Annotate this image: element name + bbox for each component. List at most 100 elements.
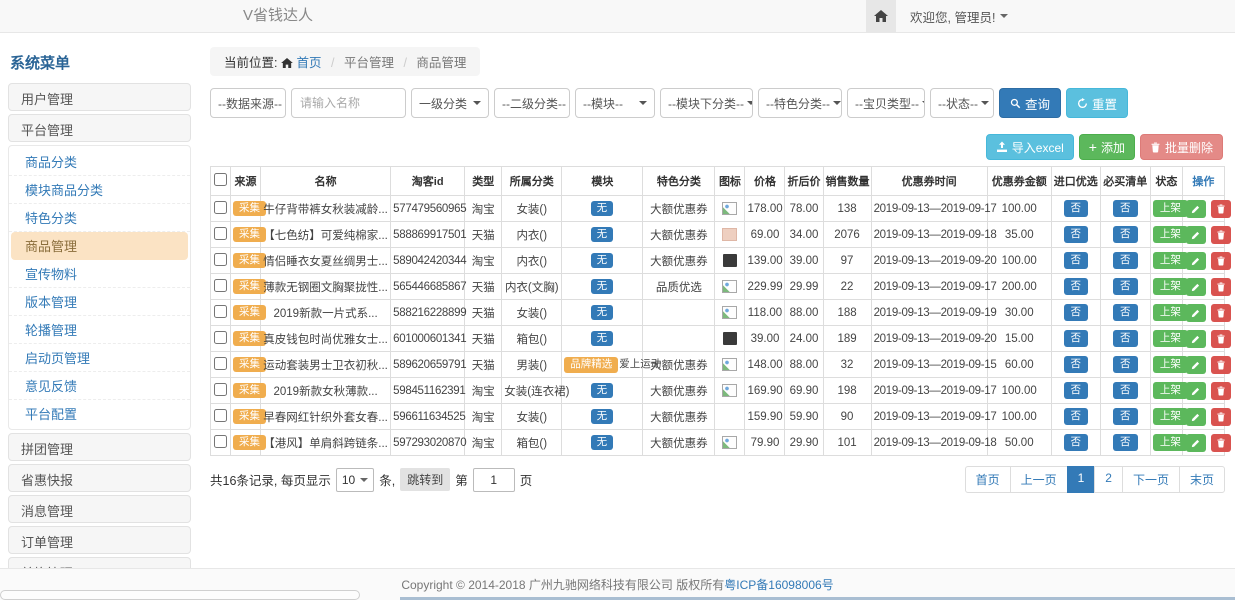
sidebar-item-top[interactable]: 拼团管理 (8, 433, 191, 461)
must-buy-badge[interactable]: 否 (1113, 382, 1138, 400)
row-checkbox[interactable] (214, 357, 227, 370)
name-search-input[interactable] (291, 88, 406, 118)
sidebar-item-top[interactable]: 用户管理 (8, 83, 191, 111)
row-checkbox[interactable] (214, 253, 227, 266)
edit-button[interactable] (1186, 304, 1206, 322)
status-badge[interactable]: 上架 (1153, 278, 1188, 296)
delete-button[interactable] (1211, 382, 1231, 400)
jump-button[interactable]: 跳转到 (400, 468, 450, 491)
delete-button[interactable] (1211, 278, 1231, 296)
pager-item[interactable]: 下一页 (1122, 466, 1180, 493)
sidebar-item[interactable]: 模块商品分类 (9, 176, 190, 204)
edit-button[interactable] (1186, 226, 1206, 244)
status-badge[interactable]: 上架 (1153, 408, 1188, 426)
row-checkbox[interactable] (214, 435, 227, 448)
must-buy-badge[interactable]: 否 (1113, 356, 1138, 374)
status-badge[interactable]: 上架 (1153, 434, 1188, 452)
status-badge[interactable]: 上架 (1153, 200, 1188, 218)
sidebar-item[interactable]: 商品分类 (9, 148, 190, 176)
must-buy-badge[interactable]: 否 (1113, 330, 1138, 348)
sidebar-item[interactable]: 版本管理 (9, 288, 190, 316)
status-badge[interactable]: 上架 (1153, 252, 1188, 270)
sidebar-item-top[interactable]: 省惠快报 (8, 464, 191, 492)
must-buy-badge[interactable]: 否 (1113, 226, 1138, 244)
status-badge[interactable]: 上架 (1153, 226, 1188, 244)
row-checkbox[interactable] (214, 409, 227, 422)
delete-button[interactable] (1211, 408, 1231, 426)
filter-select[interactable]: --二级分类-- (494, 88, 570, 118)
filter-select[interactable]: --宝贝类型-- (847, 88, 925, 118)
add-button[interactable]: + 添加 (1079, 134, 1135, 160)
edit-button[interactable] (1186, 278, 1206, 296)
sidebar-item[interactable]: 平台配置 (9, 400, 190, 427)
import-select-badge[interactable]: 否 (1064, 252, 1089, 270)
row-checkbox[interactable] (214, 305, 227, 318)
pager-item[interactable]: 末页 (1179, 466, 1225, 493)
delete-button[interactable] (1211, 226, 1231, 244)
delete-button[interactable] (1211, 356, 1231, 374)
sidebar-item[interactable]: 宣传物料 (9, 260, 190, 288)
status-badge[interactable]: 上架 (1153, 382, 1188, 400)
page-number-input[interactable] (473, 468, 515, 492)
pager-item[interactable]: 上一页 (1010, 466, 1068, 493)
per-page-select[interactable]: 10 (336, 468, 374, 492)
pager-active-page[interactable]: 1 (1067, 466, 1096, 493)
sidebar-item-top[interactable]: 消息管理 (8, 495, 191, 523)
import-select-badge[interactable]: 否 (1064, 330, 1089, 348)
import-select-badge[interactable]: 否 (1064, 278, 1089, 296)
filter-select[interactable]: --状态-- (930, 88, 994, 118)
sidebar-item[interactable]: 轮播管理 (9, 316, 190, 344)
scrollbar-thumb[interactable] (0, 590, 360, 600)
edit-button[interactable] (1186, 252, 1206, 270)
import-select-badge[interactable]: 否 (1064, 382, 1089, 400)
sidebar-item[interactable]: 特色分类 (9, 204, 190, 232)
select-all-checkbox[interactable] (214, 173, 227, 186)
edit-button[interactable] (1186, 434, 1206, 452)
delete-button[interactable] (1211, 252, 1231, 270)
must-buy-badge[interactable]: 否 (1113, 252, 1138, 270)
search-button[interactable]: 查询 (999, 88, 1061, 118)
sidebar-item-top[interactable]: 订单管理 (8, 526, 191, 554)
import-select-badge[interactable]: 否 (1064, 356, 1089, 374)
sidebar-item[interactable]: 意见反馈 (9, 372, 190, 400)
delete-button[interactable] (1211, 304, 1231, 322)
import-select-badge[interactable]: 否 (1064, 434, 1089, 452)
filter-select[interactable]: --特色分类-- (758, 88, 842, 118)
delete-button[interactable] (1211, 330, 1231, 348)
must-buy-badge[interactable]: 否 (1113, 434, 1138, 452)
reset-button[interactable]: 重置 (1066, 88, 1128, 118)
pager-item[interactable]: 2 (1094, 466, 1123, 493)
status-badge[interactable]: 上架 (1153, 330, 1188, 348)
import-select-badge[interactable]: 否 (1064, 226, 1089, 244)
edit-button[interactable] (1186, 356, 1206, 374)
row-checkbox[interactable] (214, 227, 227, 240)
batch-delete-button[interactable]: 批量删除 (1140, 134, 1223, 160)
row-checkbox[interactable] (214, 331, 227, 344)
import-select-badge[interactable]: 否 (1064, 408, 1089, 426)
filter-select[interactable]: --模块-- (575, 88, 655, 118)
must-buy-badge[interactable]: 否 (1113, 408, 1138, 426)
breadcrumb-home-link[interactable]: 首页 (296, 56, 321, 70)
must-buy-badge[interactable]: 否 (1113, 278, 1138, 296)
pager-item[interactable]: 首页 (965, 466, 1011, 493)
edit-button[interactable] (1186, 408, 1206, 426)
user-menu[interactable]: 欢迎您, 管理员! (910, 7, 1008, 26)
row-checkbox[interactable] (214, 279, 227, 292)
must-buy-badge[interactable]: 否 (1113, 200, 1138, 218)
sidebar-item-active[interactable]: 商品管理 (11, 232, 188, 260)
status-badge[interactable]: 上架 (1153, 356, 1188, 374)
edit-button[interactable] (1186, 330, 1206, 348)
status-badge[interactable]: 上架 (1153, 304, 1188, 322)
edit-button[interactable] (1186, 382, 1206, 400)
import-select-badge[interactable]: 否 (1064, 304, 1089, 322)
edit-button[interactable] (1186, 200, 1206, 218)
delete-button[interactable] (1211, 200, 1231, 218)
sidebar-item-top[interactable]: 兑换管理 (8, 557, 191, 568)
filter-select[interactable]: 一级分类 (411, 88, 489, 118)
import-select-badge[interactable]: 否 (1064, 200, 1089, 218)
home-button[interactable] (866, 0, 896, 32)
filter-select[interactable]: --数据来源-- (210, 88, 286, 118)
import-excel-button[interactable]: 导入excel (986, 134, 1074, 160)
sidebar-item[interactable]: 启动页管理 (9, 344, 190, 372)
delete-button[interactable] (1211, 434, 1231, 452)
